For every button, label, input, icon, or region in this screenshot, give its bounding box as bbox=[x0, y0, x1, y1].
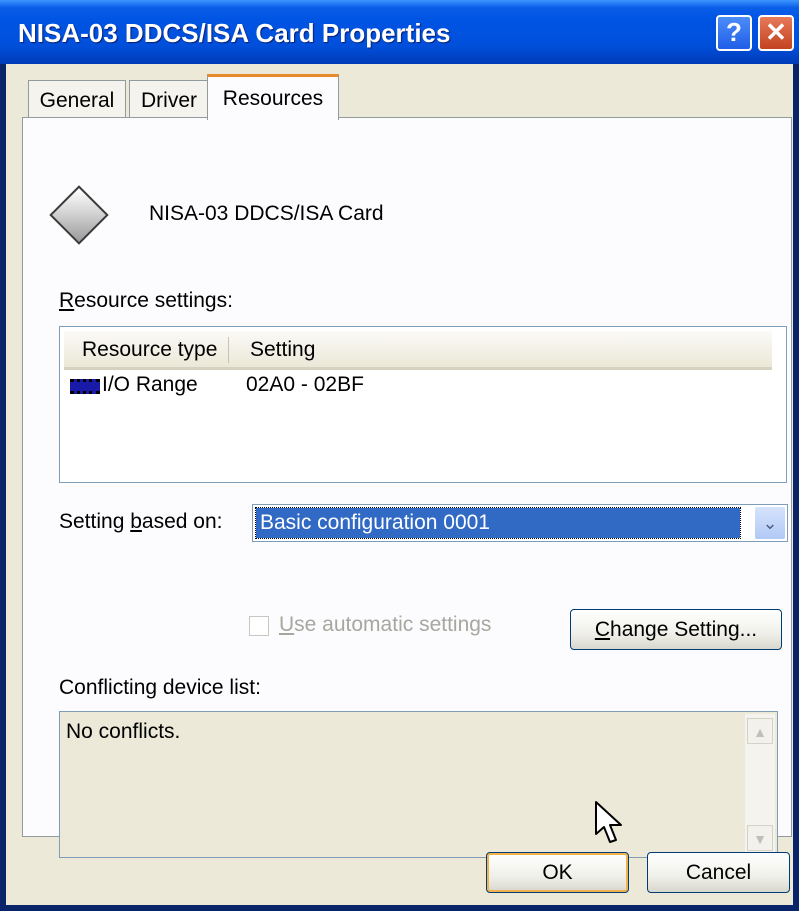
conflict-status: No conflicts. bbox=[66, 720, 181, 743]
mouse-pointer-icon bbox=[595, 801, 622, 843]
io-range-icon bbox=[70, 379, 100, 394]
selected-configuration[interactable]: Basic configuration 0001 bbox=[255, 507, 741, 539]
setting-based-on-select[interactable]: Basic configuration 0001 ⌄ bbox=[252, 504, 788, 542]
column-header-setting[interactable]: Setting bbox=[250, 338, 315, 362]
resource-setting-value: 02A0 - 02BF bbox=[246, 373, 364, 396]
list-header: Resource type Setting bbox=[64, 331, 772, 370]
column-divider[interactable] bbox=[228, 337, 229, 363]
setting-based-on-label: Setting based on: bbox=[59, 510, 223, 533]
column-header-resource-type[interactable]: Resource type bbox=[82, 338, 217, 362]
device-name: NISA-03 DDCS/ISA Card bbox=[149, 202, 384, 225]
close-button[interactable]: ✕ bbox=[758, 15, 794, 51]
scroll-up-icon[interactable]: ▲ bbox=[747, 718, 773, 744]
diamond-device-icon bbox=[49, 185, 109, 245]
properties-window: NISA-03 DDCS/ISA Card Properties ? ✕ Gen… bbox=[0, 0, 799, 911]
conflicting-device-list-label: Conflicting device list: bbox=[59, 676, 261, 699]
cancel-button[interactable]: Cancel bbox=[647, 852, 790, 893]
list-item[interactable]: I/O Range 02A0 - 02BF bbox=[70, 373, 770, 401]
checkbox-label: Use automatic settings bbox=[279, 613, 492, 636]
checkbox-box[interactable] bbox=[249, 616, 269, 636]
dialog-body: General Driver Resources NISA-03 DDCS/IS… bbox=[6, 64, 793, 905]
resource-settings-list[interactable]: Resource type Setting I/O Range 02A0 - 0… bbox=[59, 326, 787, 483]
help-button[interactable]: ? bbox=[716, 15, 752, 51]
resource-type-value: I/O Range bbox=[102, 373, 198, 396]
tab-resources[interactable]: Resources bbox=[207, 74, 339, 120]
chevron-down-icon[interactable]: ⌄ bbox=[755, 507, 785, 539]
ok-button[interactable]: OK bbox=[486, 852, 629, 893]
scrollbar[interactable]: ▲ ▼ bbox=[745, 714, 775, 855]
resources-panel: NISA-03 DDCS/ISA Card Resource settings:… bbox=[22, 117, 792, 858]
change-setting-button[interactable]: Change Setting... bbox=[570, 609, 782, 650]
resource-settings-label: Resource settings: bbox=[59, 289, 233, 312]
title-bar[interactable]: NISA-03 DDCS/ISA Card Properties ? ✕ bbox=[0, 0, 799, 64]
tab-general[interactable]: General bbox=[28, 80, 126, 118]
tab-driver[interactable]: Driver bbox=[129, 80, 209, 118]
window-title: NISA-03 DDCS/ISA Card Properties bbox=[18, 18, 451, 48]
scroll-down-icon[interactable]: ▼ bbox=[747, 825, 773, 851]
conflicting-device-list[interactable]: No conflicts. ▲ ▼ bbox=[59, 711, 778, 858]
